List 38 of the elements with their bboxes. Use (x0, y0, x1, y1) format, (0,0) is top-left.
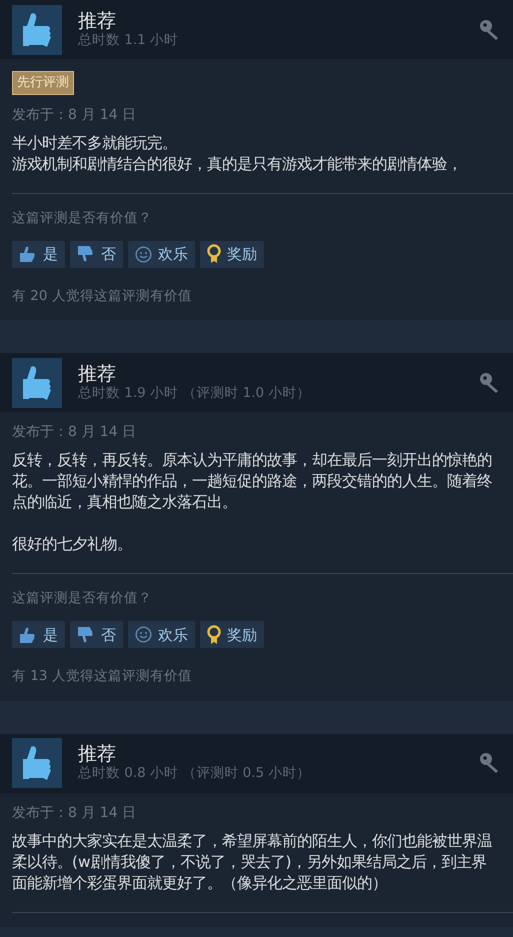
no-button[interactable]: 否 (70, 621, 123, 648)
helpful-count: 有 13 人觉得这篇评测有价值 (12, 667, 193, 686)
key-icon (479, 18, 501, 40)
award-ribbon-icon (207, 244, 221, 264)
key-icon (479, 752, 501, 774)
posted-date: 发布于：8 月 14 日 (12, 106, 138, 124)
review-text: 游戏机制和剧情结合的很好，真的是只有游戏才能带来的剧情体验， (12, 154, 463, 174)
thumbs-up-icon (19, 245, 37, 264)
playtime-text: 总时数 1.1 小时 (78, 32, 178, 48)
funny-button[interactable]: 欢乐 (128, 240, 195, 268)
key-icon (479, 372, 501, 394)
helpful-question: 这篇评测是否有价值？ (12, 208, 153, 228)
smiley-icon (135, 246, 152, 263)
smiley-icon (135, 626, 152, 644)
award-button[interactable]: 奖励 (200, 621, 264, 648)
early-access-tag: 先行评测 (12, 71, 74, 94)
award-button[interactable]: 奖励 (200, 240, 264, 268)
helpful-question: 这篇评测是否有价值？ (12, 589, 153, 608)
review-text: 很好的七夕礼物。 (12, 534, 133, 555)
playtime-text: 总时数 0.8 小时 （评测时 0.5 小时） (78, 765, 310, 782)
thumbs-down-icon (77, 245, 95, 264)
award-ribbon-icon (207, 624, 221, 645)
yes-button[interactable]: 是 (12, 240, 65, 268)
review-text: 半小时差不多就能玩完。 (12, 132, 178, 154)
yes-button[interactable]: 是 (12, 621, 65, 648)
no-button[interactable]: 否 (70, 240, 123, 268)
review-verdict: 推荐 (78, 364, 117, 385)
review-verdict: 推荐 (78, 744, 117, 766)
review-verdict: 推荐 (78, 10, 117, 32)
funny-button[interactable]: 欢乐 (128, 621, 195, 648)
posted-date: 发布于：8 月 14 日 (12, 804, 138, 822)
playtime-text: 总时数 1.9 小时 （评测时 1.0 小时） (78, 384, 310, 402)
review-text: 故事中的大家实在是太温柔了，希望屏幕前的陌生人，你们也能被世界温柔以待。(w剧情我傻了，不说了，哭去了)，另外如果结局之后，到主界面能新增个彩蛋界面就更好了。（像异化之恶里面似的） (12, 830, 493, 894)
thumbs-down-icon (77, 626, 95, 644)
posted-date: 发布于：8 月 14 日 (12, 423, 138, 442)
thumbs-up-icon (19, 626, 37, 644)
review-text: 反转，反转，再反转。原本认为平庸的故事，却在最后一刻开出的惊艳的花。一部短小精悍的作品，一趟短促的路途，两段交错的的人生。随着终点的临近，真相也随之水落石出。 (12, 450, 493, 513)
helpful-count: 有 20 人觉得这篇评测有价值 (12, 286, 193, 306)
